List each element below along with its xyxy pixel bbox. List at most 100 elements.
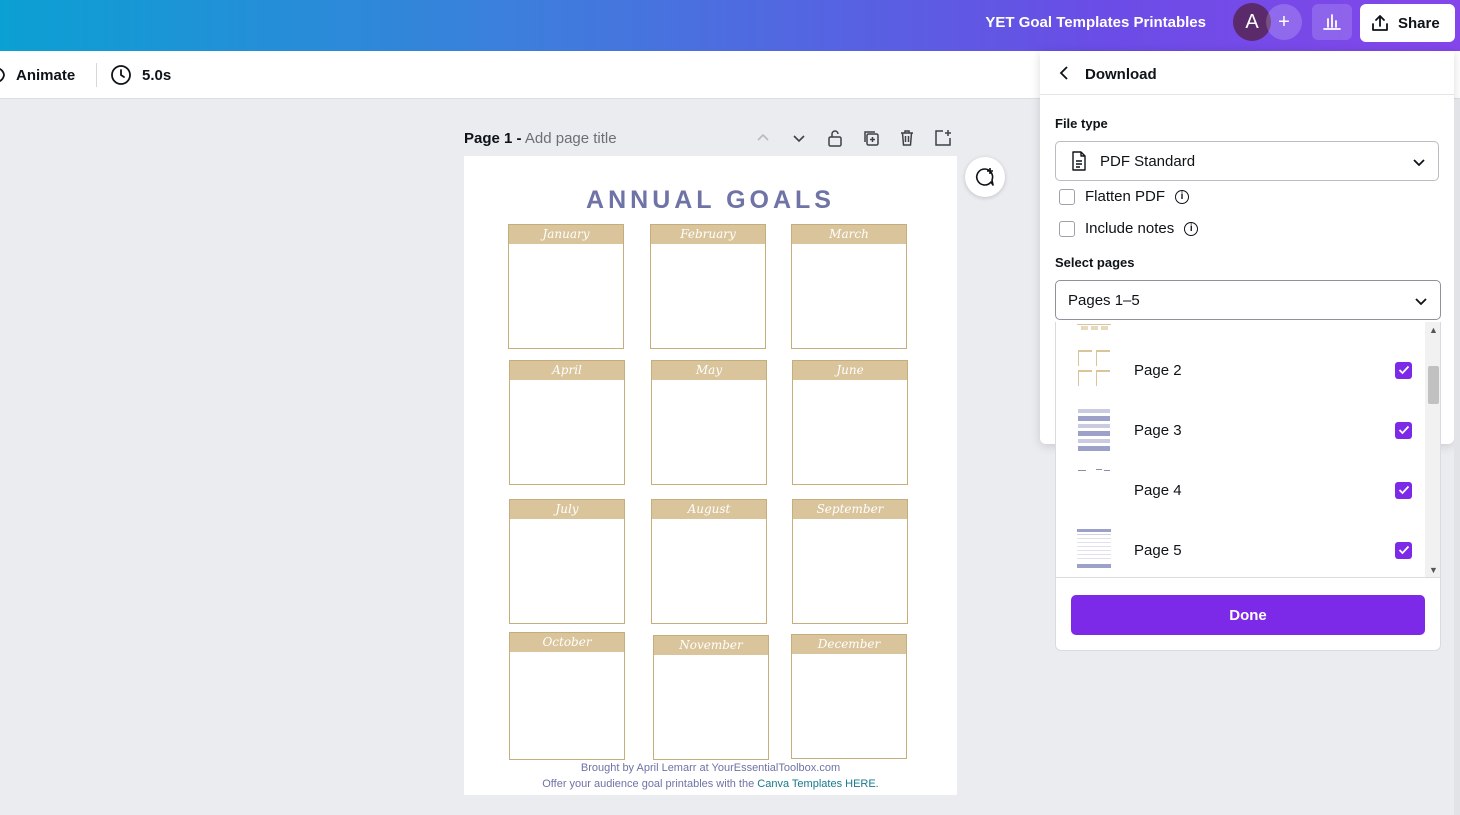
lock-icon <box>828 130 842 147</box>
design-footer-offer[interactable]: Offer your audience goal printables with… <box>464 778 957 790</box>
file-type-label: File type <box>1055 116 1108 131</box>
month-box[interactable]: March <box>791 224 907 349</box>
page-thumbnail <box>1076 408 1112 452</box>
page-option-row[interactable]: Page 4 <box>1056 460 1425 520</box>
comment-add-icon <box>976 168 994 186</box>
page-list-scrollbar[interactable] <box>1425 322 1440 577</box>
month-box[interactable]: September <box>792 499 908 624</box>
insights-button[interactable] <box>1312 4 1352 40</box>
design-canvas[interactable]: ANNUAL GOALS January February March Apri… <box>464 156 957 795</box>
info-icon[interactable]: i <box>1184 221 1199 236</box>
add-comment-button[interactable] <box>965 157 1005 197</box>
month-box[interactable]: February <box>650 224 766 349</box>
add-page-icon <box>935 130 951 146</box>
animate-label: Animate <box>16 66 76 84</box>
month-box[interactable]: January <box>508 224 624 349</box>
top-header: YET Goal Templates Printables A + Share <box>0 0 1460 51</box>
month-header: August <box>652 500 766 519</box>
flatten-pdf-option[interactable]: Flatten PDF i <box>1059 188 1190 205</box>
back-button[interactable] <box>1054 63 1074 83</box>
include-notes-label: Include notes <box>1085 220 1175 237</box>
month-box[interactable]: July <box>509 499 625 624</box>
add-collaborator-button[interactable]: + <box>1266 4 1302 40</box>
info-icon[interactable]: i <box>1175 189 1190 204</box>
month-box[interactable]: November <box>653 635 769 760</box>
file-type-value: PDF Standard <box>1100 152 1196 170</box>
page-option-row[interactable]: Page 5 <box>1056 520 1425 577</box>
design-footer-credit[interactable]: Brought by April Lemarr at YourEssential… <box>464 762 957 774</box>
month-header: June <box>793 361 907 380</box>
duration-label: 5.0s <box>142 66 172 84</box>
done-button[interactable]: Done <box>1071 595 1425 635</box>
file-type-select[interactable]: PDF Standard <box>1055 141 1439 181</box>
move-down-button[interactable] <box>788 128 810 148</box>
month-header: September <box>793 500 907 519</box>
page-option-row[interactable]: Page 3 <box>1056 400 1425 460</box>
flatten-pdf-checkbox[interactable] <box>1059 188 1075 205</box>
footer-offer-text: Offer your audience goal printables with… <box>542 778 755 790</box>
page-thumbnail <box>1076 322 1112 330</box>
duration-button[interactable]: 5.0s <box>110 64 171 86</box>
month-header: May <box>652 361 766 380</box>
page-option-row[interactable]: Page 2 <box>1056 340 1425 400</box>
month-header: February <box>651 225 765 244</box>
page-checkbox[interactable] <box>1395 361 1412 379</box>
month-box[interactable]: June <box>792 360 908 485</box>
download-title: Download <box>1085 66 1157 83</box>
duplicate-icon <box>864 131 879 146</box>
month-box[interactable]: August <box>651 499 767 624</box>
delete-page-button[interactable] <box>896 128 918 148</box>
month-box[interactable]: December <box>791 634 907 759</box>
month-header: December <box>792 635 906 654</box>
month-box[interactable]: October <box>509 632 625 760</box>
page-checkbox[interactable] <box>1395 481 1412 499</box>
upload-icon <box>1372 15 1388 31</box>
month-box[interactable]: May <box>651 360 767 485</box>
checkmark-icon <box>1398 365 1409 375</box>
share-button[interactable]: Share <box>1360 4 1455 42</box>
page-title[interactable]: Page 1 - Add page title <box>464 130 617 147</box>
document-title[interactable]: YET Goal Templates Printables <box>985 14 1206 31</box>
page-label: Page 4 <box>1134 481 1182 499</box>
flatten-pdf-label: Flatten PDF <box>1085 188 1166 205</box>
select-pages-label: Select pages <box>1055 255 1135 270</box>
include-notes-option[interactable]: Include notes i <box>1059 220 1199 237</box>
page-selection-list[interactable]: Page 2 Page 3 Page 4 Page 5 ▲ ▼ <box>1055 322 1441 578</box>
scrollbar-thumb[interactable] <box>1428 366 1439 404</box>
scroll-up-arrow[interactable]: ▲ <box>1427 324 1440 336</box>
clock-icon <box>111 65 131 85</box>
page-checkbox[interactable] <box>1395 541 1412 559</box>
add-page-button[interactable] <box>932 128 954 148</box>
page-number-label: Page 1 - <box>464 130 522 147</box>
month-header: April <box>510 361 624 380</box>
select-pages-dropdown[interactable]: Pages 1–5 <box>1055 280 1441 320</box>
month-header: January <box>509 225 623 244</box>
chevron-down-icon <box>1415 298 1427 306</box>
page-title-placeholder[interactable]: Add page title <box>525 130 617 147</box>
page-thumbnail <box>1076 468 1112 512</box>
lock-page-button[interactable] <box>824 128 846 148</box>
month-box[interactable]: April <box>509 360 625 485</box>
canva-templates-link[interactable]: Canva Templates HERE. <box>757 778 878 790</box>
chevron-left-icon <box>1059 66 1068 80</box>
animate-icon <box>0 68 5 82</box>
page-checkbox[interactable] <box>1395 421 1412 439</box>
share-label: Share <box>1398 14 1440 32</box>
month-header: July <box>510 500 624 519</box>
month-header: November <box>654 636 768 655</box>
checkmark-icon <box>1398 485 1409 495</box>
duplicate-page-button[interactable] <box>860 128 882 148</box>
annual-goals-title[interactable]: ANNUAL GOALS <box>464 186 957 215</box>
include-notes-checkbox[interactable] <box>1059 220 1075 237</box>
page-label: Page 2 <box>1134 361 1182 379</box>
select-pages-value: Pages 1–5 <box>1068 291 1140 309</box>
chevron-up-icon <box>757 133 769 141</box>
editor-scrollbar[interactable] <box>1454 99 1460 815</box>
toolbar-divider <box>96 63 97 87</box>
move-up-button[interactable] <box>752 128 774 148</box>
page-label: Page 3 <box>1134 421 1182 439</box>
chevron-down-icon <box>793 135 805 143</box>
scroll-down-arrow[interactable]: ▼ <box>1427 564 1440 576</box>
document-icon <box>1072 151 1086 171</box>
animate-button[interactable]: Animate <box>0 65 75 85</box>
